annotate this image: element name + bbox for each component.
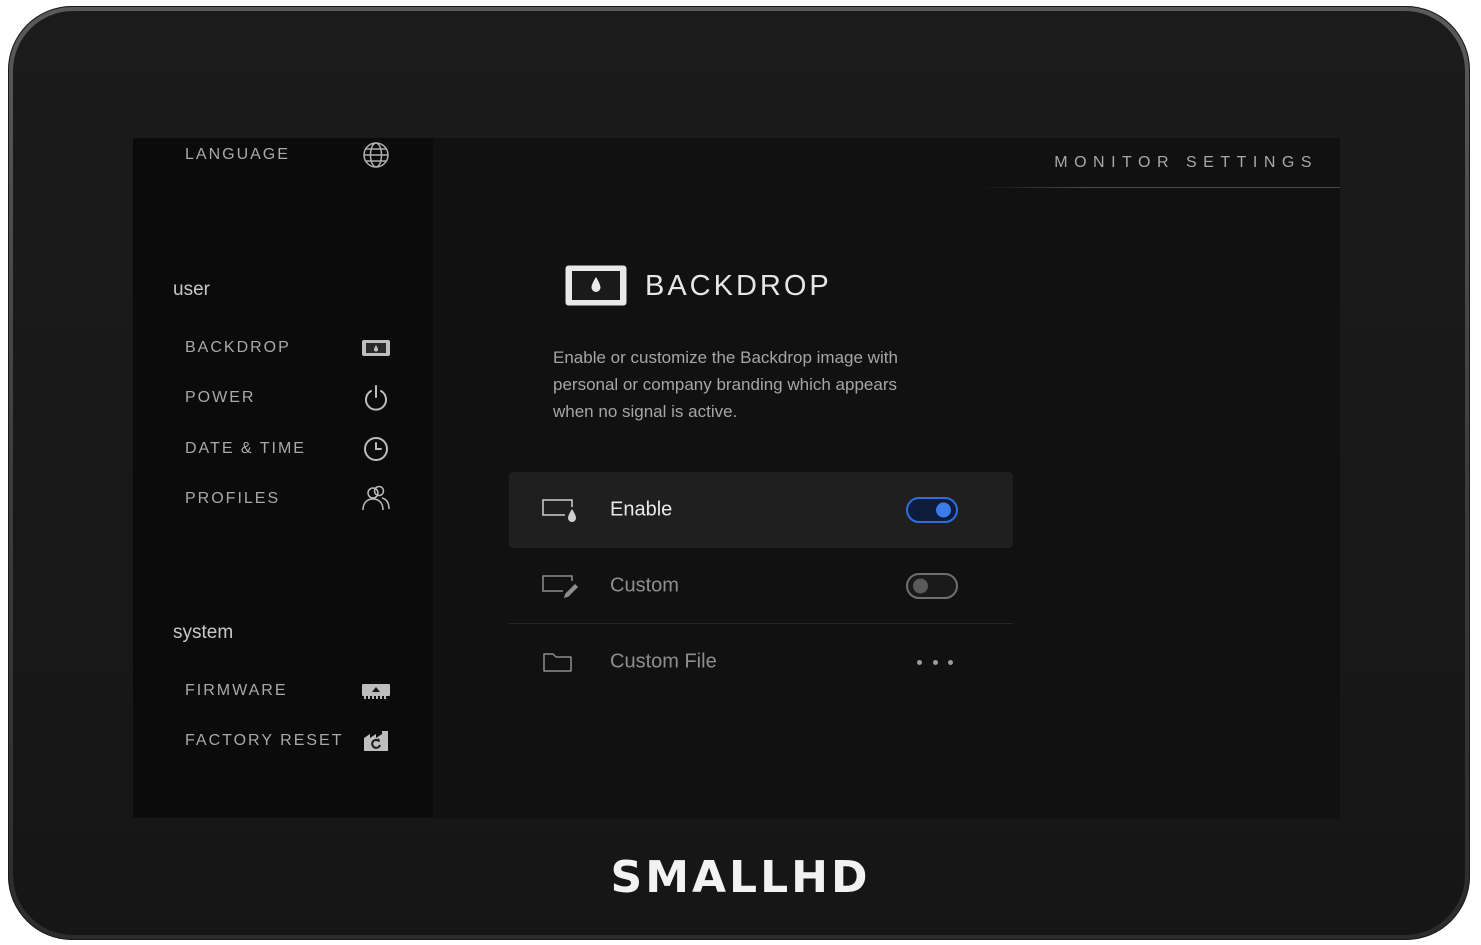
sidebar-item-label: FACTORY RESET xyxy=(185,732,344,749)
section-label-system: system xyxy=(173,622,234,643)
sidebar: LANGUAGE user BACKDROP POWER DATE & TIME… xyxy=(133,138,433,818)
sidebar-item-label: BACKDROP xyxy=(185,339,291,356)
setting-row-custom-file[interactable]: Custom File xyxy=(509,624,1013,700)
power-icon xyxy=(359,383,393,413)
factory-reset-icon xyxy=(359,726,393,756)
setting-label: Custom File xyxy=(610,650,717,673)
sidebar-item-factory-reset[interactable]: FACTORY RESET xyxy=(133,723,433,759)
sidebar-item-date-time[interactable]: DATE & TIME xyxy=(133,431,433,467)
sidebar-item-power[interactable]: POWER xyxy=(133,380,433,416)
toggle-knob xyxy=(936,502,951,518)
brand-logo: SMALLHD xyxy=(610,852,871,903)
backdrop-icon xyxy=(564,264,628,307)
header-divider xyxy=(980,187,1340,188)
toggle-knob xyxy=(913,578,928,594)
setting-label: Enable xyxy=(610,498,673,521)
sidebar-item-label: LANGUAGE xyxy=(185,146,290,163)
main-panel: MONITOR SETTINGS BACKDROP Enable or cust… xyxy=(433,138,1340,818)
folder-icon xyxy=(541,648,579,676)
more-dot xyxy=(917,659,922,665)
page-description: Enable or customize the Backdrop image w… xyxy=(553,348,898,421)
more-dot xyxy=(932,659,938,665)
custom-edit-icon xyxy=(541,572,579,600)
header-title: MONITOR SETTINGS xyxy=(1054,154,1318,171)
section-label-user: user xyxy=(173,279,210,300)
sidebar-item-label: PROFILES xyxy=(185,490,281,507)
monitor-screen: LANGUAGE user BACKDROP POWER DATE & TIME… xyxy=(133,138,1340,818)
more-options-icon[interactable] xyxy=(917,657,953,667)
globe-icon xyxy=(359,140,393,170)
sidebar-item-label: POWER xyxy=(185,389,256,406)
sidebar-item-label: DATE & TIME xyxy=(185,440,306,457)
enable-backdrop-icon xyxy=(541,496,579,524)
sidebar-item-firmware[interactable]: FIRMWARE xyxy=(133,673,433,709)
backdrop-icon xyxy=(359,333,393,363)
custom-toggle[interactable] xyxy=(906,573,958,599)
sidebar-item-language[interactable]: LANGUAGE xyxy=(133,138,433,173)
profiles-icon xyxy=(359,484,393,514)
setting-row-custom[interactable]: Custom xyxy=(509,548,1013,624)
firmware-icon xyxy=(359,676,393,706)
sidebar-item-backdrop[interactable]: BACKDROP xyxy=(133,330,433,366)
page-title: BACKDROP xyxy=(645,270,832,302)
sidebar-item-profiles[interactable]: PROFILES xyxy=(133,481,433,517)
clock-icon xyxy=(359,434,393,464)
setting-label: Custom xyxy=(610,574,679,597)
sidebar-item-label: FIRMWARE xyxy=(185,682,288,699)
more-dot xyxy=(948,659,953,665)
enable-toggle[interactable] xyxy=(906,497,958,523)
setting-row-enable[interactable]: Enable xyxy=(509,472,1013,548)
